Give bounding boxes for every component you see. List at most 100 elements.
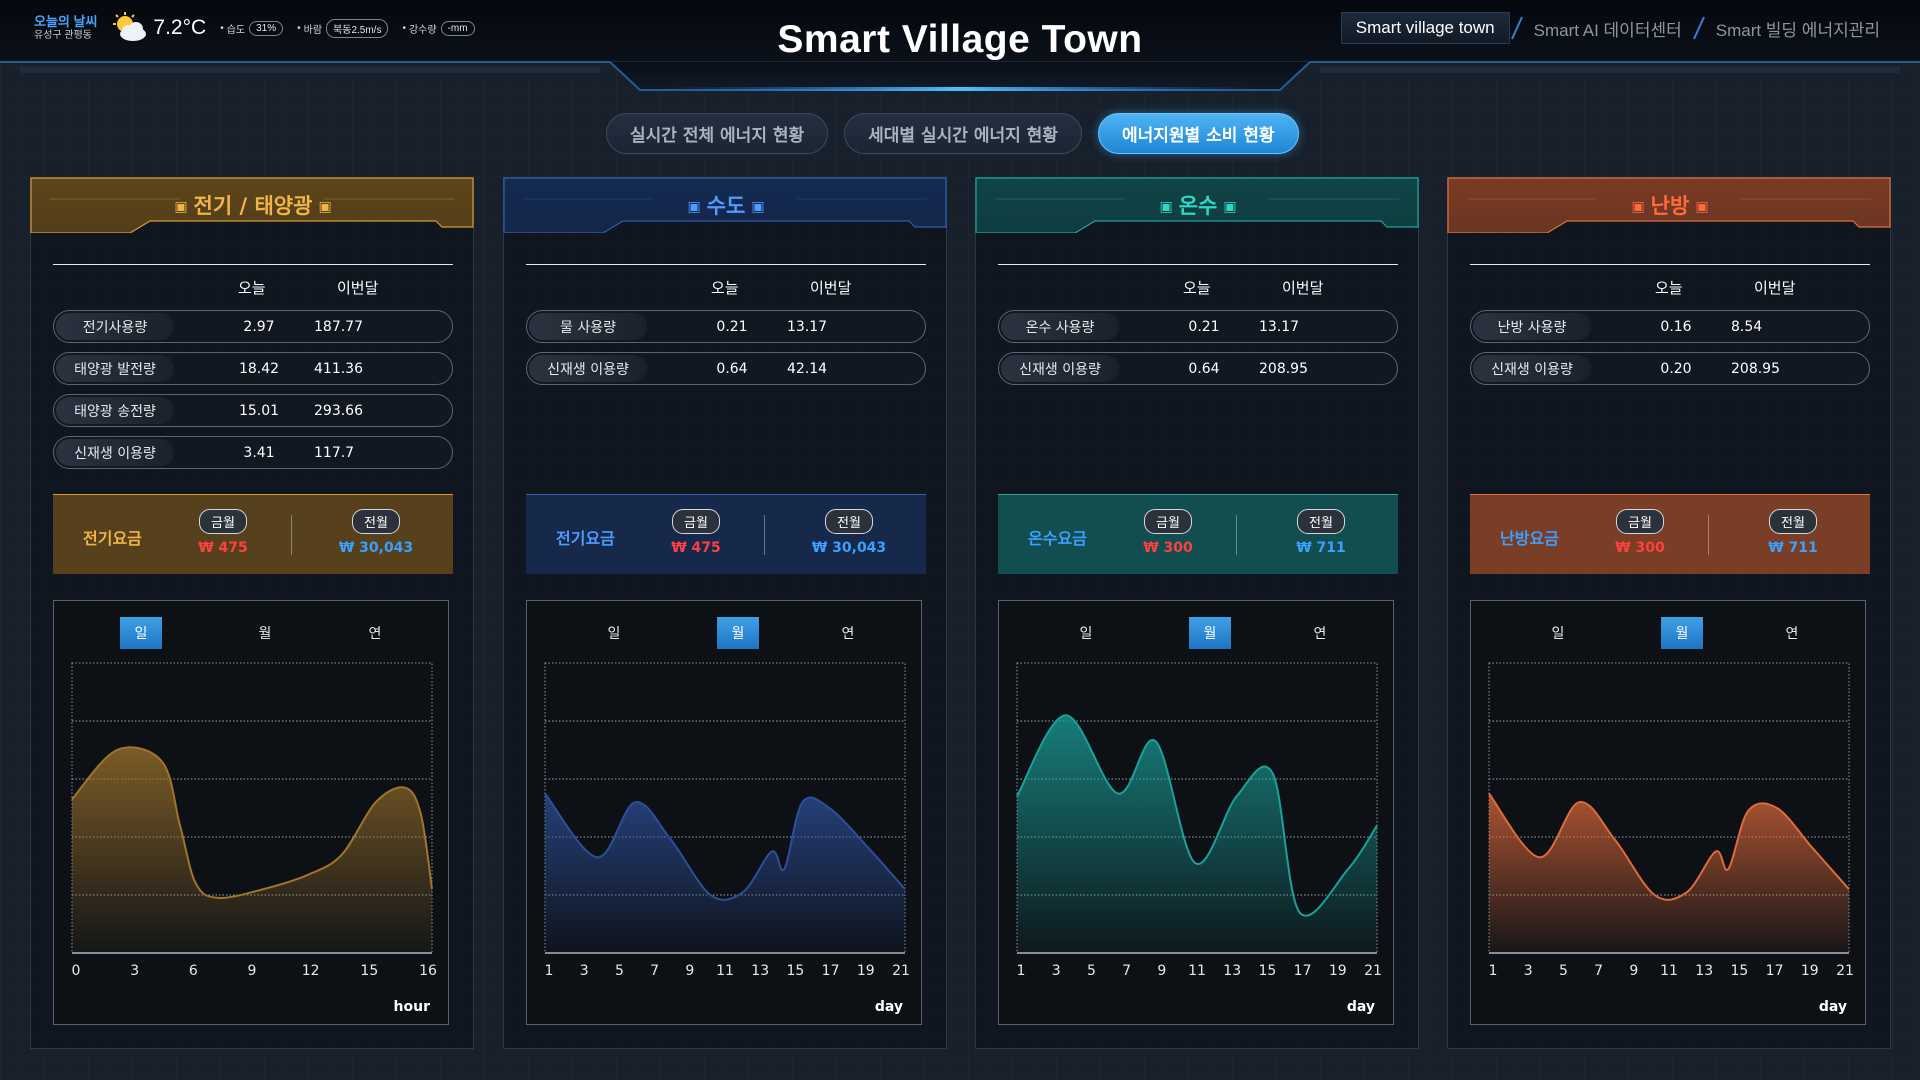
stat-row: 물 사용량 0.21 13.17 <box>526 310 926 343</box>
stat-month-value: 13.17 <box>787 319 828 335</box>
bill-current-amount: ₩ 300 <box>1615 540 1665 556</box>
title-ornament-icon: ▣ <box>687 199 701 215</box>
usage-chart: 일 월 연 1 3 5 7 9 11 13 15 17 19 21 day <box>1470 600 1866 1025</box>
x-tick-label: 1 <box>1489 963 1498 979</box>
bill-previous-amount: ₩ 711 <box>1768 540 1818 556</box>
x-axis-unit: day <box>1346 999 1375 1015</box>
stat-today-value: 0.16 <box>1660 319 1692 335</box>
x-tick-label: 21 <box>1836 963 1854 979</box>
x-tick-label: 12 <box>302 963 320 979</box>
badge-previous-month: 전월 <box>1769 509 1817 534</box>
bill-current-amount: ₩ 475 <box>198 540 248 556</box>
title-ornament-icon: ▣ <box>1631 199 1645 215</box>
col-month: 이번달 <box>1282 279 1324 297</box>
view-tabs: 실시간 전체 에너지 현황 세대별 실시간 에너지 현황 에너지원별 소비 현황 <box>606 113 1315 154</box>
bill-current-month: 금월 ₩ 300 <box>1108 509 1228 556</box>
bill-current-month: 금월 ₩ 475 <box>163 509 283 556</box>
stat-row: 신재생 이용량 3.41 117.7 <box>53 436 453 469</box>
panel-title-text: 수도 <box>706 194 746 218</box>
usage-chart: 일 월 연 0 3 6 9 12 15 16 hour <box>53 600 449 1025</box>
x-tick-label: 5 <box>615 963 624 979</box>
x-tick-label: 11 <box>1660 963 1678 979</box>
x-tick-label: 19 <box>1801 963 1819 979</box>
bill-previous-month: 전월 ₩ 711 <box>1733 509 1853 556</box>
stat-month-value: 293.66 <box>314 403 363 419</box>
bill-summary: 전기요금 금월 ₩ 475 전월 ₩ 30,043 <box>526 494 926 574</box>
x-tick-label: 15 <box>786 963 804 979</box>
x-tick-label: 11 <box>1188 963 1206 979</box>
panel-electricity-solar: ▣ 전기 / 태양광 ▣ 오늘 이번달 전기사용량 2.97 187.77 태양광 발전량 18.… <box>30 177 474 1049</box>
stat-month-value: 13.17 <box>1259 319 1300 335</box>
area-chart-svg: 1 3 5 7 9 11 13 15 17 19 21 <box>1016 662 1382 979</box>
x-tick-label: 6 <box>189 963 198 979</box>
nav-smart-ai-datacenter[interactable]: Smart AI 데이터센터 <box>1524 16 1692 41</box>
x-tick-label: 21 <box>892 963 910 979</box>
stat-today-value: 18.42 <box>238 361 280 377</box>
bill-previous-month: 전월 ₩ 30,043 <box>789 509 909 556</box>
stat-today-value: 3.41 <box>243 445 275 461</box>
bill-divider <box>764 515 765 555</box>
panel-title: ▣ 난방 ▣ <box>1448 190 1892 220</box>
x-tick-label: 3 <box>580 963 589 979</box>
nav-smart-building-energy[interactable]: Smart 빌딩 에너지관리 <box>1706 16 1890 41</box>
x-tick-label: 13 <box>751 963 769 979</box>
stat-month-value: 208.95 <box>1731 361 1780 377</box>
x-tick-label: 9 <box>685 963 694 979</box>
usage-chart: 일 월 연 1 3 5 7 9 11 13 15 17 19 21 day <box>998 600 1394 1025</box>
stat-table-header: 오늘 이번달 <box>53 264 453 298</box>
usage-chart: 일 월 연 1 3 5 7 9 11 13 15 17 19 21 day <box>526 600 922 1025</box>
stat-today-value: 15.01 <box>238 403 280 419</box>
stat-month-value: 208.95 <box>1259 361 1308 377</box>
stat-table-header: 오늘 이번달 <box>1470 264 1870 298</box>
bill-current-month: 금월 ₩ 475 <box>636 509 756 556</box>
bill-summary: 온수요금 금월 ₩ 300 전월 ₩ 711 <box>998 494 1398 574</box>
x-tick-label: 7 <box>1594 963 1603 979</box>
title-ornament-icon: ▣ <box>751 199 765 215</box>
stat-label: 신재생 이용량 <box>529 355 647 382</box>
stat-row: 온수 사용량 0.21 13.17 <box>998 310 1398 343</box>
x-tick-label: 19 <box>857 963 875 979</box>
bill-previous-month: 전월 ₩ 711 <box>1261 509 1381 556</box>
nav-smart-village-town[interactable]: Smart village town <box>1340 12 1510 44</box>
col-month: 이번달 <box>810 279 852 297</box>
panel-title-text: 난방 <box>1650 194 1690 218</box>
area-chart-svg: 0 3 6 9 12 15 16 <box>71 662 437 979</box>
stat-label: 물 사용량 <box>529 313 647 340</box>
nav-separator-icon <box>1510 16 1523 40</box>
bill-previous-amount: ₩ 711 <box>1296 540 1346 556</box>
title-ornament-icon: ▣ <box>318 199 332 215</box>
tab-household-realtime-energy[interactable]: 세대별 실시간 에너지 현황 <box>844 113 1082 154</box>
x-tick-label: 9 <box>248 963 257 979</box>
col-month: 이번달 <box>337 279 379 297</box>
series-area <box>545 793 905 953</box>
stat-month-value: 117.7 <box>314 445 355 461</box>
col-today: 오늘 <box>1183 279 1211 297</box>
stat-row: 태양광 송전량 15.01 293.66 <box>53 394 453 427</box>
badge-current-month: 금월 <box>1616 509 1664 534</box>
bill-label: 전기요금 <box>83 529 142 548</box>
x-tick-label: 3 <box>1052 963 1061 979</box>
x-tick-label: 13 <box>1223 963 1241 979</box>
tab-realtime-total-energy[interactable]: 실시간 전체 에너지 현황 <box>606 113 829 154</box>
stat-label: 난방 사용량 <box>1473 313 1591 340</box>
nav-separator-icon <box>1692 16 1705 40</box>
bill-current-month: 금월 ₩ 300 <box>1580 509 1700 556</box>
stat-today-value: 0.64 <box>1188 361 1220 377</box>
stat-month-value: 187.77 <box>314 319 363 335</box>
stat-today-value: 0.21 <box>1188 319 1220 335</box>
bill-divider <box>1236 515 1237 555</box>
area-chart-svg: 1 3 5 7 9 11 13 15 17 19 21 <box>1488 662 1854 979</box>
col-today: 오늘 <box>238 279 266 297</box>
stat-table-header: 오늘 이번달 <box>526 264 926 298</box>
tab-energy-source-consumption[interactable]: 에너지원별 소비 현황 <box>1097 113 1299 154</box>
x-tick-label: 16 <box>419 963 437 979</box>
series-area <box>1489 793 1849 953</box>
bill-previous-amount: ₩ 30,043 <box>338 540 414 556</box>
x-tick-label: 5 <box>1559 963 1568 979</box>
stat-today-value: 0.20 <box>1660 361 1692 377</box>
x-tick-label: 3 <box>130 963 139 979</box>
x-tick-label: 9 <box>1629 963 1638 979</box>
stat-label: 신재생 이용량 <box>1001 355 1119 382</box>
x-tick-label: 3 <box>1524 963 1533 979</box>
stat-label: 태양광 발전량 <box>56 355 174 382</box>
